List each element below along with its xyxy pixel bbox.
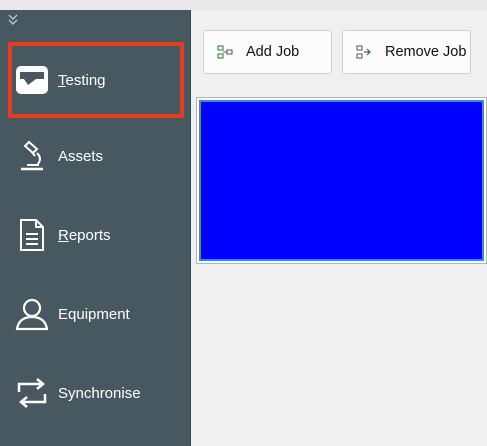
sidebar: Testing Assets Reports Equipment Synchro… [0, 10, 191, 446]
add-job-button[interactable]: Add Job [203, 30, 332, 74]
document-icon [12, 215, 52, 255]
testing-icon [12, 60, 52, 100]
sidebar-item-assets[interactable]: Assets [8, 118, 184, 194]
jobs-panel[interactable] [196, 97, 487, 264]
collapse-sidebar-icon[interactable] [8, 14, 18, 28]
selected-area [199, 100, 484, 261]
sidebar-item-equipment[interactable]: Equipment [8, 276, 184, 352]
microscope-icon [12, 136, 52, 176]
sidebar-item-label: Equipment [58, 305, 130, 323]
sync-arrows-icon [12, 373, 52, 413]
sidebar-item-reports[interactable]: Reports [8, 197, 184, 273]
sidebar-item-label: Assets [58, 147, 104, 165]
person-icon [12, 294, 52, 334]
sidebar-item-label: Testing [58, 71, 106, 89]
remove-job-label: Remove Job [385, 44, 467, 60]
add-job-icon [214, 41, 236, 63]
add-job-label: Add Job [246, 44, 300, 60]
sidebar-item-label: Reports [58, 226, 111, 244]
remove-job-button[interactable]: Remove Job [342, 30, 471, 74]
remove-job-icon [353, 41, 375, 63]
sidebar-item-testing[interactable]: Testing [8, 42, 184, 118]
sidebar-item-synchronise[interactable]: Synchronise [8, 355, 184, 431]
sidebar-item-label: Synchronise [58, 384, 141, 402]
